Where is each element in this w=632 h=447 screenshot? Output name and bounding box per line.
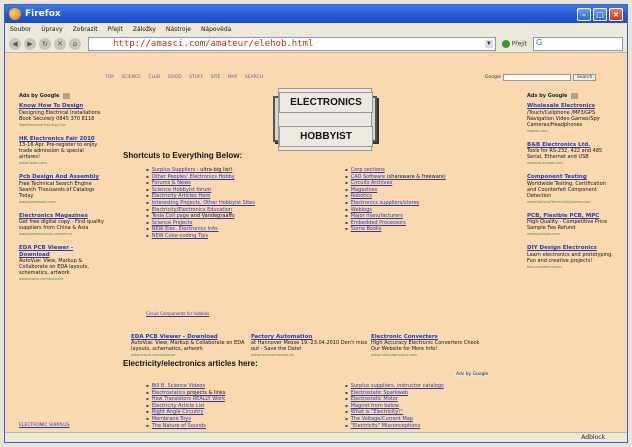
mid-ad[interactable]: Electronic Converters High Accuracy Elect… xyxy=(371,334,489,358)
google-search-box: Google Search xyxy=(485,74,597,81)
list-item[interactable]: Interesting Projects, Other Hobbyist Sit… xyxy=(146,200,255,207)
ads-by-google-label[interactable]: Ads by Google xyxy=(454,372,491,377)
title-bar: Firefox – □ × xyxy=(5,5,627,23)
list-item[interactable]: Science Hobbyist forum xyxy=(146,187,255,194)
left-ad[interactable]: Know How To Design Designing Electrical I… xyxy=(19,103,105,128)
menu-go[interactable]: Přejít xyxy=(108,26,123,33)
list-item[interactable]: Electrostatic Motor xyxy=(345,396,444,403)
page-content: TOP SCIENCE CLUB GOOD STUFF SITE MAP SEA… xyxy=(5,53,627,434)
menu-bar: Soubor Úpravy Zobrazit Přejít Záložky Ná… xyxy=(5,23,627,35)
list-item[interactable]: Circuits Archives xyxy=(345,180,446,187)
menu-view[interactable]: Zobrazit xyxy=(73,26,98,33)
list-item[interactable]: CAD Software (shareware & freeware) xyxy=(345,174,446,181)
search-input[interactable]: G xyxy=(533,36,623,51)
list-item[interactable]: Robotics xyxy=(345,193,446,200)
google-label: Google xyxy=(485,75,501,80)
url-text: http://amasci.com/amateur/elehob.html xyxy=(113,38,314,49)
adblock-status[interactable]: Adblock xyxy=(581,434,605,441)
mid-ad[interactable]: EDA PCB Viewer - Download AutoVue: View, … xyxy=(131,334,249,358)
articles-list-left: Bill B. Science Videos Electrostatics pr… xyxy=(146,383,226,430)
right-ad[interactable]: B&B Electronics Ltd. Tools for RS-232, 42… xyxy=(527,142,613,167)
left-ads-header: Ads by Google xyxy=(19,93,105,99)
list-item[interactable]: Electronics suppliers/stores xyxy=(345,200,446,207)
go-button[interactable]: Přejít xyxy=(501,39,527,48)
left-ad[interactable]: Electronics Magazines Get free digital co… xyxy=(19,213,105,238)
forward-icon[interactable]: ▶ xyxy=(24,37,36,50)
url-input[interactable]: http://amasci.com/amateur/elehob.html ▼ xyxy=(88,36,496,51)
list-item[interactable]: Corp sections xyxy=(345,167,446,174)
articles-heading: Electricity/electronics articles here: xyxy=(123,359,258,368)
menu-file[interactable]: Soubor xyxy=(10,26,31,33)
status-bar: Adblock xyxy=(5,432,627,442)
list-item[interactable]: Electrostatic Sparkweb xyxy=(345,390,444,397)
list-item[interactable]: Bill B. Science Videos xyxy=(146,383,225,390)
menu-tools[interactable]: Nástroje xyxy=(166,26,191,33)
firefox-icon xyxy=(9,8,21,20)
minimize-icon[interactable]: – xyxy=(577,7,591,21)
shortcuts-list-left: Surplus Suppliers - ultra-big list! Othe… xyxy=(146,167,255,240)
menu-bookmarks[interactable]: Záložky xyxy=(133,26,156,33)
list-item[interactable]: NEW Color-coding Tips xyxy=(146,233,255,240)
left-ad[interactable]: EDA PCB Viewer - Download AutoVue: View, … xyxy=(19,245,105,282)
window-title: Firefox xyxy=(25,9,61,19)
menu-help[interactable]: Nápověda xyxy=(201,26,231,33)
list-item[interactable]: "Electricity" Misconceptions xyxy=(345,423,444,430)
list-item[interactable]: Magazines xyxy=(345,187,446,194)
list-item[interactable]: Right Angle Circuitry xyxy=(146,409,225,416)
reload-icon[interactable]: ↻ xyxy=(39,37,51,50)
list-item[interactable]: Electricity Article List xyxy=(146,403,225,410)
shortcuts-list-right: Corp sections CAD Software (shareware & … xyxy=(345,167,446,233)
list-item[interactable]: Electrostatics projects & links xyxy=(146,390,226,397)
right-ad[interactable]: Wholesale Electronics/Touch/Cellphone /M… xyxy=(527,103,613,134)
list-item[interactable]: Magnet from below xyxy=(345,403,444,410)
right-ads-header: Ads by Google xyxy=(527,93,613,99)
mid-ad[interactable]: Factory Automation at Hannover Messe 19.-… xyxy=(251,334,369,358)
list-item[interactable]: The Nature of Sounds xyxy=(146,423,225,430)
home-icon[interactable]: ⌂ xyxy=(69,37,81,50)
circuit-components-link[interactable]: Circuit Components for hobbies xyxy=(146,311,209,316)
left-ad[interactable]: Pcb Design And Assembly Free Technical Se… xyxy=(19,174,105,205)
navigation-toolbar: ◀ ▶ ↻ ✕ ⌂ http://amasci.com/amateur/eleh… xyxy=(5,35,627,53)
list-item[interactable]: Surplus suppliers, instructor catalogs xyxy=(345,383,444,390)
right-ad[interactable]: DIY Design Electronics Learn electronics … xyxy=(527,245,613,270)
ad-arrow-icon[interactable] xyxy=(63,93,71,99)
list-item[interactable]: NEW Elec. Electronics Info. xyxy=(146,226,255,233)
browser-window: Firefox – □ × Soubor Úpravy Zobrazit Pře… xyxy=(4,4,628,443)
site-logo[interactable]: ELECTRONICS HOBBYIST xyxy=(273,87,377,151)
list-item[interactable]: Weblogs xyxy=(345,207,446,214)
google-search-input[interactable] xyxy=(502,74,571,81)
list-item[interactable]: Tesla Coil page and Vandegraaffs xyxy=(146,213,255,220)
list-item[interactable]: Embedded Processors xyxy=(345,220,446,227)
list-item[interactable]: Forums & News xyxy=(146,180,255,187)
go-icon xyxy=(501,39,510,48)
list-item[interactable]: Surplus Suppliers - ultra-big list! xyxy=(146,167,255,174)
list-item[interactable]: Major manufacturers xyxy=(345,213,446,220)
right-ad-column: Ads by Google Wholesale Electronics/Touc… xyxy=(527,93,613,278)
url-dropdown-icon[interactable]: ▼ xyxy=(484,39,493,48)
maximize-icon[interactable]: □ xyxy=(593,7,607,21)
shortcuts-heading: Shortcuts to Everything Below: xyxy=(123,151,243,160)
list-item[interactable]: Science Projects xyxy=(146,220,255,227)
back-icon[interactable]: ◀ xyxy=(9,37,21,50)
right-ad[interactable]: PCB, Flexible PCB, MPC High Quality - Com… xyxy=(527,213,613,238)
list-item[interactable]: Other Peoples' Electronics Hobby xyxy=(146,174,255,181)
list-item[interactable]: How Transistors REALLY Work xyxy=(146,396,225,403)
close-icon[interactable]: × xyxy=(609,7,623,21)
list-item[interactable]: Electricity/Electronics Education xyxy=(146,207,255,214)
left-ad-column: Ads by Google Know How To Design Designin… xyxy=(19,93,105,290)
list-item[interactable]: Membrane Toys xyxy=(146,416,225,423)
articles-list-right: Surplus suppliers, instructor catalogs E… xyxy=(345,383,444,429)
list-item[interactable]: The Voltage/Current Map xyxy=(345,416,444,423)
ad-arrow-icon[interactable] xyxy=(571,93,579,99)
list-item[interactable]: Electricity Articles Here xyxy=(146,193,255,200)
menu-edit[interactable]: Úpravy xyxy=(41,26,62,33)
left-ad[interactable]: HK Electronics Fair 2010 13-16 Apr. Pre-r… xyxy=(19,136,105,167)
google-search-button[interactable]: Search xyxy=(572,74,597,81)
top-nav-links[interactable]: TOP SCIENCE CLUB GOOD STUFF SITE MAP SEA… xyxy=(105,75,263,80)
electronic-surplus-link[interactable]: ELECTRONIC SURPLUS xyxy=(19,423,69,428)
list-item[interactable]: What is "Electricity?" xyxy=(345,409,444,416)
list-item[interactable]: Some Books xyxy=(345,226,446,233)
right-ad[interactable]: Component Testing Worldwide Testing, Cert… xyxy=(527,174,613,205)
stop-icon[interactable]: ✕ xyxy=(54,37,66,50)
